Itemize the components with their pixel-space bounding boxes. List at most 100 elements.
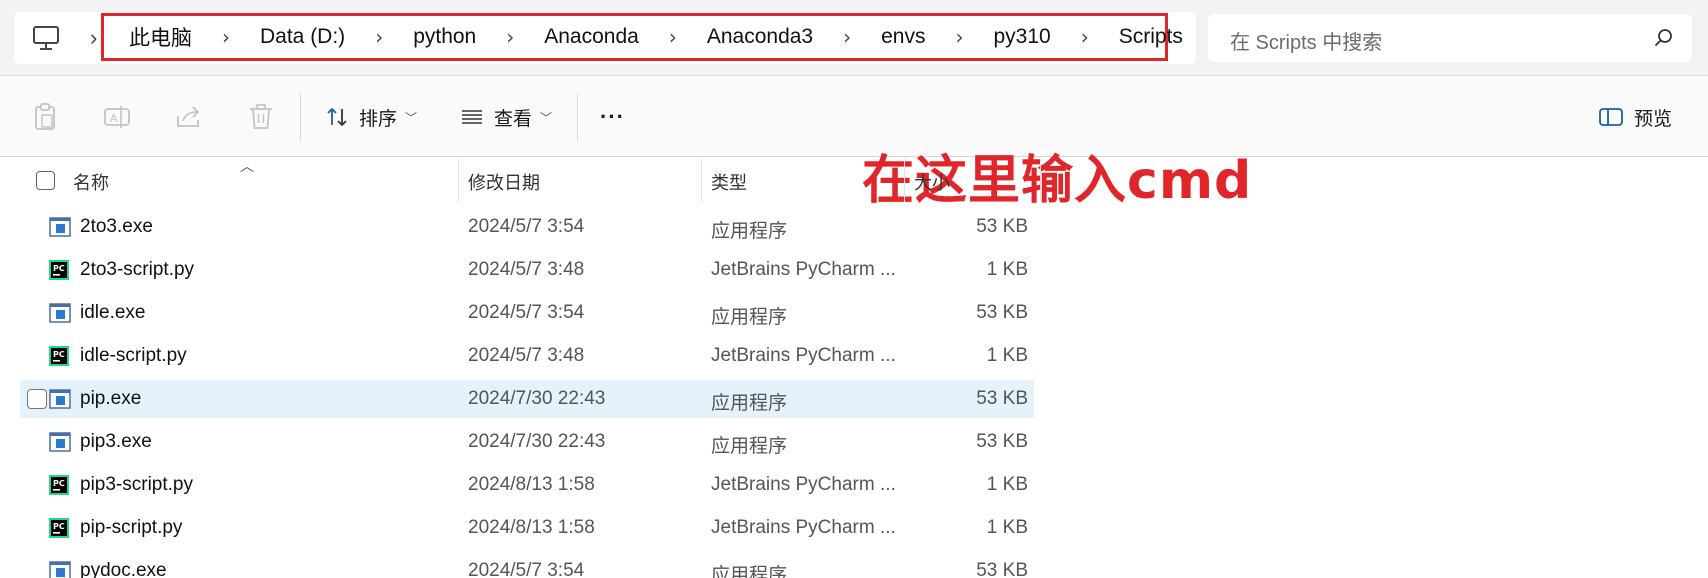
rename-icon[interactable]: A — [102, 102, 132, 132]
file-type: 应用程序 — [711, 393, 788, 414]
chevron-right-icon[interactable]: › — [669, 25, 677, 49]
file-row[interactable]: PC idle-script.py 2024/5/7 3:48 JetBrains P… — [20, 337, 1034, 375]
svg-text:PC: PC — [53, 264, 65, 273]
file-name: pip3.exe — [80, 431, 152, 452]
search-input[interactable]: 在 Scripts 中搜索 — [1230, 26, 1382, 55]
column-header-type[interactable]: 类型 — [711, 169, 747, 195]
chevron-right-icon[interactable]: › — [955, 25, 963, 49]
file-name: idle.exe — [80, 302, 146, 323]
file-type: 应用程序 — [711, 307, 788, 328]
file-row[interactable]: pip3.exe 2024/7/30 22:43 应用程序 53 KB — [20, 423, 1034, 461]
file-row[interactable]: pip.exe 2024/7/30 22:43 应用程序 53 KB — [20, 380, 1034, 418]
file-row[interactable]: PC pip-script.py 2024/8/13 1:58 JetBrains P… — [20, 509, 1034, 547]
file-size: 1 KB — [986, 517, 1028, 538]
column-header-size[interactable]: 大小 — [914, 169, 950, 195]
view-label: 查看 — [494, 108, 533, 130]
file-name: pydoc.exe — [80, 560, 167, 578]
breadcrumb-item-envs[interactable]: envs — [881, 25, 925, 49]
sort-button[interactable]: 排序 ﹀ — [325, 100, 417, 134]
column-header-name[interactable]: 名称 — [73, 169, 109, 195]
chevron-down-icon: ﹀ — [405, 110, 418, 125]
breadcrumb-item-python[interactable]: python — [413, 25, 476, 49]
breadcrumb-item-anaconda3[interactable]: Anaconda3 — [707, 25, 813, 49]
file-size: 1 KB — [986, 345, 1028, 366]
breadcrumb-item-this-pc[interactable]: 此电脑 — [129, 22, 192, 52]
exe-icon — [49, 389, 71, 409]
file-date: 2024/5/7 3:54 — [468, 302, 585, 323]
title-bar: › 此电脑 › Data (D:) › python › Anaconda › … — [0, 0, 1708, 75]
pycharm-icon: PC — [49, 475, 71, 495]
row-checkbox[interactable] — [27, 389, 47, 409]
file-name: 2to3-script.py — [80, 259, 195, 280]
file-date: 2024/8/13 1:58 — [468, 474, 595, 495]
more-options-button[interactable]: ··· — [600, 100, 625, 134]
chevron-right-icon[interactable]: › — [506, 25, 514, 49]
svg-text:PC: PC — [53, 479, 65, 488]
search-box[interactable]: 在 Scripts 中搜索 — [1208, 14, 1692, 62]
exe-icon — [49, 303, 71, 323]
file-type: 应用程序 — [711, 221, 788, 242]
file-name: idle-script.py — [80, 345, 187, 366]
pycharm-icon: PC — [49, 260, 71, 280]
chevron-right-icon[interactable]: › — [375, 25, 383, 49]
file-row[interactable]: 2to3.exe 2024/5/7 3:54 应用程序 53 KB — [20, 208, 1034, 246]
file-date: 2024/7/30 22:43 — [468, 431, 606, 452]
delete-icon[interactable] — [246, 102, 276, 132]
file-name: 2to3.exe — [80, 216, 153, 237]
chevron-right-icon[interactable]: › — [222, 25, 230, 49]
breadcrumb-item-data-drive[interactable]: Data (D:) — [260, 25, 345, 49]
chevron-down-icon: ﹀ — [540, 110, 553, 125]
exe-icon — [49, 217, 71, 237]
share-icon[interactable] — [174, 102, 204, 132]
search-icon[interactable] — [1654, 28, 1674, 48]
column-divider[interactable] — [701, 158, 702, 202]
file-size: 53 KB — [976, 388, 1028, 409]
file-type: 应用程序 — [711, 565, 788, 578]
preview-label: 预览 — [1634, 108, 1673, 130]
view-button[interactable]: 查看 ﹀ — [460, 100, 552, 134]
breadcrumb-item-py310[interactable]: py310 — [993, 25, 1050, 49]
pycharm-icon: PC — [49, 518, 71, 538]
file-type: JetBrains PyCharm ... — [711, 517, 896, 538]
file-date: 2024/5/7 3:54 — [468, 216, 585, 237]
file-type: JetBrains PyCharm ... — [711, 474, 896, 495]
file-row[interactable]: idle.exe 2024/5/7 3:54 应用程序 53 KB — [20, 294, 1034, 332]
chevron-right-icon[interactable]: › — [843, 25, 851, 49]
toolbar-divider — [300, 93, 301, 141]
breadcrumb-item-anaconda[interactable]: Anaconda — [544, 25, 639, 49]
file-type: JetBrains PyCharm ... — [711, 345, 896, 366]
this-pc-icon[interactable] — [32, 25, 60, 51]
column-divider[interactable] — [1040, 158, 1041, 202]
preview-pane-icon — [1599, 108, 1623, 126]
breadcrumb-item-scripts[interactable]: Scripts — [1119, 25, 1183, 49]
file-type: 应用程序 — [711, 436, 788, 457]
file-size: 1 KB — [986, 474, 1028, 495]
chevron-right-icon[interactable]: › — [1081, 25, 1089, 49]
file-row[interactable]: pydoc.exe 2024/5/7 3:54 应用程序 53 KB — [20, 552, 1034, 578]
column-divider[interactable] — [904, 158, 905, 202]
file-size: 53 KB — [976, 431, 1028, 452]
pycharm-icon: PC — [49, 346, 71, 366]
column-divider[interactable] — [458, 158, 459, 202]
preview-pane-button[interactable]: 预览 — [1598, 100, 1672, 134]
file-row[interactable]: PC pip3-script.py 2024/8/13 1:58 JetBrains … — [20, 466, 1034, 504]
column-header-date[interactable]: 修改日期 — [468, 169, 540, 195]
select-all-checkbox[interactable] — [36, 171, 55, 190]
file-size: 1 KB — [986, 259, 1028, 280]
file-size: 53 KB — [976, 560, 1028, 578]
breadcrumb: 此电脑 › Data (D:) › python › Anaconda › An… — [101, 13, 1183, 61]
file-date: 2024/5/7 3:54 — [468, 560, 585, 578]
toolbar-divider — [577, 93, 578, 141]
svg-text:PC: PC — [53, 350, 65, 359]
sort-label: 排序 — [359, 108, 398, 130]
file-size: 53 KB — [976, 216, 1028, 237]
file-date: 2024/5/7 3:48 — [468, 259, 585, 280]
exe-icon — [49, 432, 71, 452]
address-bar[interactable]: › 此电脑 › Data (D:) › python › Anaconda › … — [14, 12, 1196, 64]
sort-icon — [327, 107, 347, 127]
command-bar: A 排序 ﹀ 查看 ﹀ ··· 在这里输入cmd 预览 — [0, 75, 1708, 211]
file-date: 2024/5/7 3:48 — [468, 345, 585, 366]
file-type: JetBrains PyCharm ... — [711, 259, 896, 280]
file-row[interactable]: PC 2to3-script.py 2024/5/7 3:48 JetBrains P… — [20, 251, 1034, 289]
paste-icon[interactable] — [30, 102, 60, 132]
